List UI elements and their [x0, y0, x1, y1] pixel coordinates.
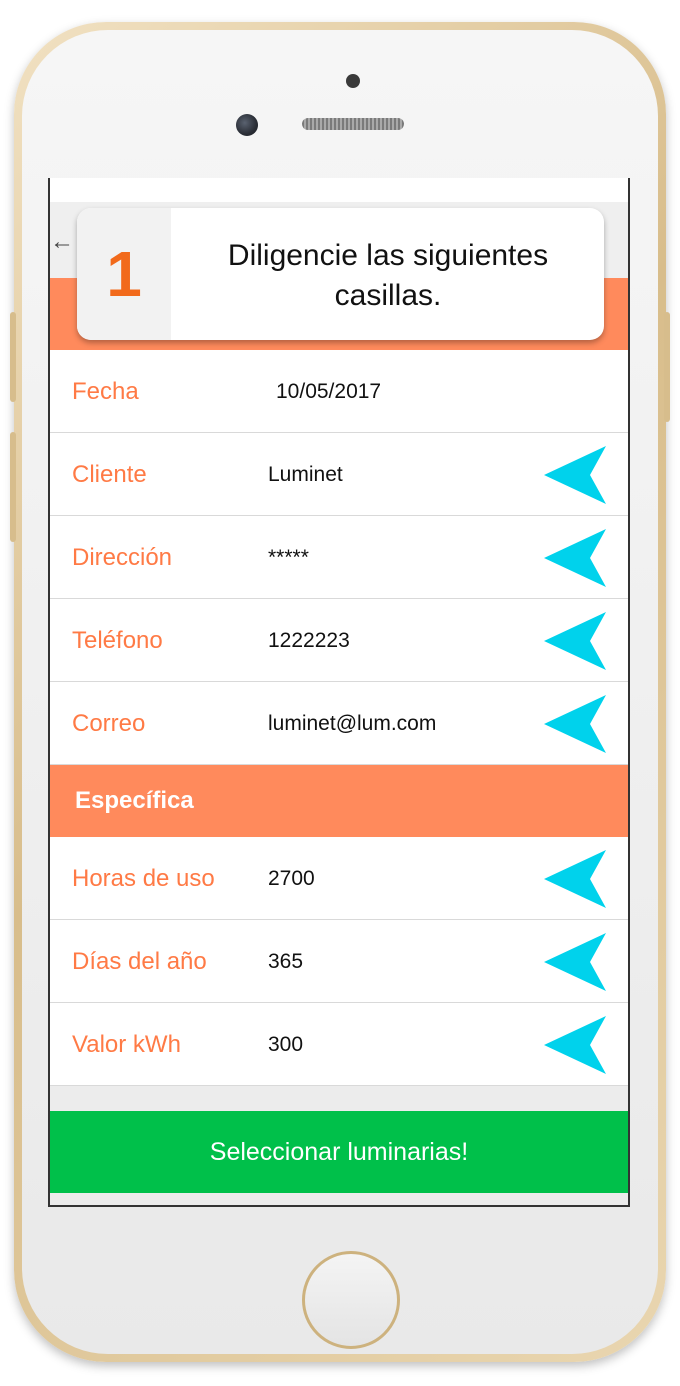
- kwh-field[interactable]: 300: [268, 1003, 303, 1086]
- back-arrow-icon[interactable]: ←: [50, 230, 74, 254]
- field-label: Dirección: [72, 544, 173, 571]
- pointer-arrow-icon: [544, 695, 606, 753]
- field-label: Fecha: [72, 378, 139, 405]
- address-field[interactable]: *****: [268, 516, 309, 599]
- pointer-arrow-icon: [544, 933, 606, 991]
- field-label: Correo: [72, 710, 146, 737]
- pointer-arrow-icon: [544, 529, 606, 587]
- email-field[interactable]: luminet@lum.com: [268, 682, 436, 765]
- client-field[interactable]: Luminet: [268, 433, 343, 516]
- form-row-dias-anio: Días del año 365: [50, 920, 628, 1003]
- step-number-box: 1: [77, 208, 171, 340]
- field-label: Días del año: [72, 948, 207, 975]
- proximity-sensor: [346, 74, 360, 88]
- step-callout: 1 Diligencie las siguientes casillas.: [77, 208, 604, 340]
- select-luminaires-button[interactable]: Seleccionar luminarias!: [50, 1111, 628, 1193]
- home-button[interactable]: [302, 1251, 400, 1349]
- days-field[interactable]: 365: [268, 920, 303, 1003]
- side-button-volume-up: [10, 312, 16, 402]
- field-label: Cliente: [72, 461, 147, 488]
- form-row-direccion: Dirección *****: [50, 516, 628, 599]
- status-area: [50, 178, 628, 202]
- side-button-power: [664, 312, 670, 422]
- form-row-correo: Correo luminet@lum.com: [50, 682, 628, 765]
- hours-field[interactable]: 2700: [268, 837, 315, 920]
- side-button-volume-down: [10, 432, 16, 542]
- pointer-arrow-icon: [544, 1016, 606, 1074]
- field-label: Teléfono: [72, 627, 163, 654]
- pointer-arrow-icon: [544, 612, 606, 670]
- client-form: Fecha 10/05/2017 Cliente Luminet Direcci…: [50, 350, 628, 1086]
- phone-field[interactable]: 1222223: [268, 599, 350, 682]
- field-label: Horas de uso: [72, 865, 215, 892]
- field-label: Valor kWh: [72, 1031, 181, 1058]
- pointer-arrow-icon: [544, 446, 606, 504]
- form-row-valor-kwh: Valor kWh 300: [50, 1003, 628, 1086]
- earpiece-speaker: [302, 118, 404, 130]
- step-instruction: Diligencie las siguientes casillas.: [227, 239, 549, 312]
- date-field[interactable]: 10/05/2017: [276, 350, 381, 433]
- form-row-fecha: Fecha 10/05/2017: [50, 350, 628, 433]
- form-row-telefono: Teléfono 1222223: [50, 599, 628, 682]
- app-screen: ← 1 Diligencie las siguientes casillas. …: [48, 178, 630, 1207]
- step-number: 1: [106, 238, 142, 310]
- form-row-horas-uso: Horas de uso 2700: [50, 837, 628, 920]
- form-row-cliente: Cliente Luminet: [50, 433, 628, 516]
- front-camera: [236, 114, 258, 136]
- section-header-especifica: Específica: [50, 765, 628, 837]
- pointer-arrow-icon: [544, 850, 606, 908]
